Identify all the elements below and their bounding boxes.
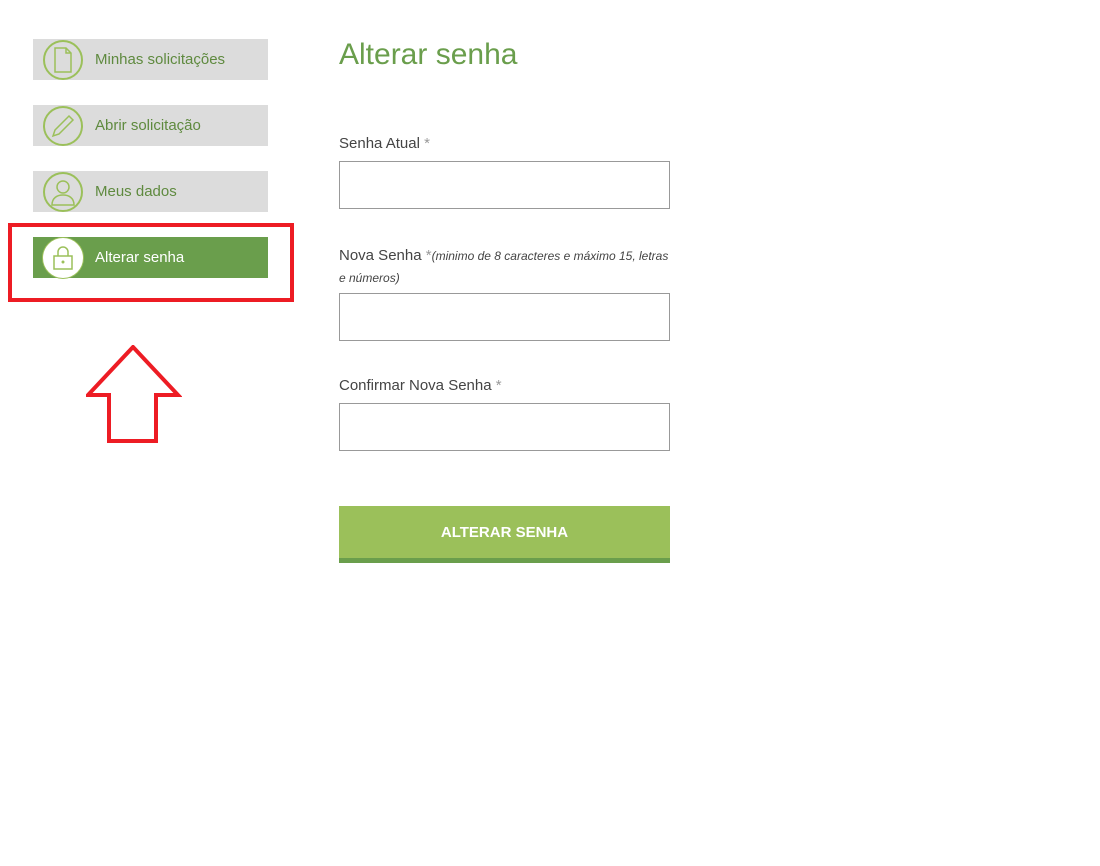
sidebar-item-abrir-solicitacao[interactable]: Abrir solicitação xyxy=(33,105,268,146)
confirmar-senha-input[interactable] xyxy=(339,403,670,451)
page-title: Alterar senha xyxy=(339,38,518,71)
highlight-box xyxy=(8,223,294,302)
pencil-icon xyxy=(43,105,83,146)
sidebar-item-label: Meus dados xyxy=(95,183,177,200)
confirmar-senha-label: Confirmar Nova Senha * xyxy=(339,377,502,394)
nova-senha-input[interactable] xyxy=(339,293,670,341)
alterar-senha-button[interactable]: ALTERAR SENHA xyxy=(339,506,670,563)
sidebar-item-minhas-solicitacoes[interactable]: Minhas solicitações xyxy=(33,39,268,80)
senha-atual-label: Senha Atual * xyxy=(339,135,430,152)
sidebar-item-meus-dados[interactable]: Meus dados xyxy=(33,171,268,212)
sidebar-item-label: Abrir solicitação xyxy=(95,117,201,134)
sidebar-item-label: Minhas solicitações xyxy=(95,51,226,68)
senha-atual-input[interactable] xyxy=(339,161,670,209)
document-icon xyxy=(43,39,83,80)
user-icon xyxy=(43,171,83,212)
nova-senha-label: Nova Senha *(minimo de 8 caracteres e má… xyxy=(339,247,669,285)
arrow-up-annotation xyxy=(86,345,182,443)
